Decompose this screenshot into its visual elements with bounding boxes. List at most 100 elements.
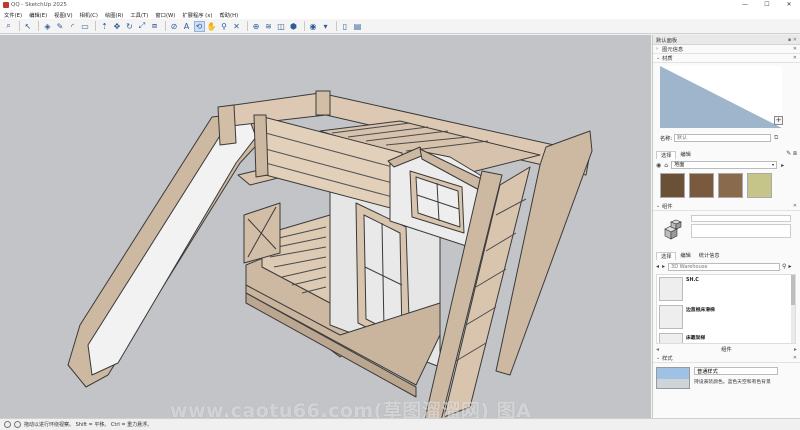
section-styles-label: 样式	[662, 356, 673, 362]
tab-components-stats[interactable]: 统计信息	[695, 252, 724, 260]
material-library-value: 地面	[674, 162, 685, 168]
tab-materials-select[interactable]: 选择	[656, 151, 677, 159]
close-icon[interactable]: ✕	[793, 203, 797, 209]
chevron-right-icon[interactable]: ▸	[794, 346, 797, 353]
component-thumbnail	[659, 333, 683, 343]
new-file-icon[interactable]: ▯	[340, 21, 351, 32]
model-viewport[interactable]	[0, 35, 651, 418]
rotate-icon[interactable]: ↻	[124, 21, 135, 32]
toolbar-divider	[246, 21, 248, 31]
search-icon[interactable]: ⚲	[782, 263, 786, 270]
pushpull-icon[interactable]: ⇡	[99, 21, 110, 32]
section-styles[interactable]: ⌄ 样式 ✕	[653, 354, 800, 363]
sample-paint-icon[interactable]: ⧉	[774, 134, 778, 142]
offset-icon[interactable]: ⧈	[149, 21, 160, 32]
section-fill-icon[interactable]: ◫	[276, 21, 287, 32]
details-arrow-icon[interactable]: ▸	[781, 162, 784, 169]
create-material-button[interactable]: +	[774, 116, 783, 125]
default-tray: 默认面板 ▪ ✕ › 图元信息 ✕ ⌄ 材质 ✕ + 名称: ⧉ 选择 编辑 ✎…	[652, 35, 800, 418]
shape-icon[interactable]: ▭	[80, 21, 91, 32]
toolbar-divider	[38, 21, 39, 31]
component-icon[interactable]: ⊕	[251, 21, 262, 32]
component-thumbnail	[659, 305, 683, 329]
arc-icon[interactable]: ◜	[67, 21, 78, 32]
maximize-button[interactable]: ☐	[756, 0, 778, 10]
scale-icon[interactable]: ⤢	[137, 21, 148, 32]
material-name-row: 名称: ⧉	[660, 134, 800, 142]
pencil-icon[interactable]: ✎	[55, 21, 66, 32]
forward-icon[interactable]: ▸	[662, 263, 665, 270]
menu-help[interactable]: 帮助(H)	[219, 11, 238, 19]
sketchup-logo-icon	[3, 2, 9, 8]
material-swatch[interactable]	[660, 173, 685, 198]
text-icon[interactable]: A	[181, 21, 192, 32]
info-icon[interactable]	[4, 421, 11, 428]
tray-controls-icon[interactable]: ▪ ✕	[788, 37, 797, 43]
chevron-down-icon: ▾	[772, 162, 775, 167]
tab-materials-edit[interactable]: 编辑	[676, 151, 694, 159]
material-name-field[interactable]	[674, 134, 771, 142]
paint-bucket-icon[interactable]: ✎ ⧈	[786, 150, 797, 158]
section-icon[interactable]: ≋	[263, 21, 274, 32]
list-item[interactable]: 床靠架梯	[657, 331, 795, 343]
style-details: 持设表装颜色。蓝色天空和有色背景	[694, 367, 778, 395]
material-swatch[interactable]	[747, 173, 772, 198]
section-entity-info[interactable]: › 图元信息 ✕	[653, 45, 800, 54]
zoom-icon[interactable]: ⚲	[219, 21, 230, 32]
scrollbar-thumb[interactable]	[791, 275, 795, 305]
close-button[interactable]: ✕	[778, 0, 800, 10]
style-name-field[interactable]	[694, 367, 778, 375]
search-icon[interactable]: ⌕	[3, 21, 14, 32]
close-icon[interactable]: ✕	[793, 355, 797, 361]
window-title: QQ - SketchUp 2025	[11, 2, 67, 8]
material-swatch[interactable]	[718, 173, 743, 198]
component-list: SH.C 边直根床滑梯 床靠架梯	[656, 274, 796, 344]
menu-window[interactable]: 窗口(W)	[155, 11, 175, 19]
geo-location-icon[interactable]	[14, 421, 21, 428]
select-icon[interactable]: ↖	[23, 21, 34, 32]
close-icon[interactable]: ✕	[793, 46, 797, 52]
component-description-field[interactable]	[691, 224, 791, 238]
section-materials[interactable]: ⌄ 材质 ✕	[653, 54, 800, 63]
list-item[interactable]: 边直根床滑梯	[657, 303, 795, 331]
home-icon[interactable]: ⌂	[664, 162, 668, 169]
orbit-icon[interactable]: ⟲	[193, 20, 205, 32]
warehouse-search-input[interactable]	[668, 262, 781, 271]
material-swatch[interactable]	[689, 173, 714, 198]
component-list-scrollbar[interactable]	[791, 275, 795, 343]
material-library-select[interactable]: 地面 ▾	[671, 161, 778, 169]
menu-camera[interactable]: 相机(C)	[80, 11, 98, 19]
menu-draw[interactable]: 绘图(R)	[105, 11, 123, 19]
back-icon[interactable]: ◉	[656, 162, 661, 169]
menu-tools[interactable]: 工具(T)	[130, 11, 148, 19]
chevron-left-icon[interactable]: ◂	[656, 346, 659, 353]
pan-icon[interactable]: ✋	[206, 21, 217, 32]
section-materials-label: 材质	[662, 56, 673, 62]
style-description: 持设表装颜色。蓝色天空和有色背景	[694, 380, 771, 385]
minimize-button[interactable]: —	[734, 0, 756, 10]
component-name-field[interactable]	[691, 215, 791, 222]
shadow-dropdown-icon[interactable]: ▾	[320, 21, 331, 32]
tray-title: 默认面板	[656, 37, 678, 44]
move-icon[interactable]: ✥	[112, 21, 123, 32]
menu-extensions[interactable]: 扩展程序 (x)	[182, 11, 212, 19]
tray-header: 默认面板 ▪ ✕	[653, 35, 800, 45]
section-components[interactable]: ⌄ 组件 ✕	[653, 202, 800, 211]
eraser-icon[interactable]: ◈	[42, 21, 53, 32]
tab-components-edit[interactable]: 编辑	[676, 252, 694, 260]
menu-view[interactable]: 视图(V)	[54, 11, 72, 19]
menu-file[interactable]: 文件(E)	[4, 11, 22, 19]
solid-icon[interactable]: ⬢	[288, 21, 299, 32]
zoom-extents-icon[interactable]: ✕	[231, 21, 242, 32]
component-cubes-icon	[664, 219, 682, 240]
back-icon[interactable]: ◂	[656, 263, 659, 270]
tape-icon[interactable]: ⊘	[169, 21, 180, 32]
details-arrow-icon[interactable]: ▸	[788, 263, 791, 270]
open-file-icon[interactable]: ▤	[352, 21, 363, 32]
shadow-icon[interactable]: ◉	[308, 21, 319, 32]
list-item[interactable]: SH.C	[657, 275, 795, 303]
window-controls: — ☐ ✕	[734, 0, 800, 10]
menu-edit[interactable]: 编辑(E)	[29, 11, 47, 19]
tab-components-select[interactable]: 选择	[656, 252, 677, 260]
close-icon[interactable]: ✕	[793, 55, 797, 61]
